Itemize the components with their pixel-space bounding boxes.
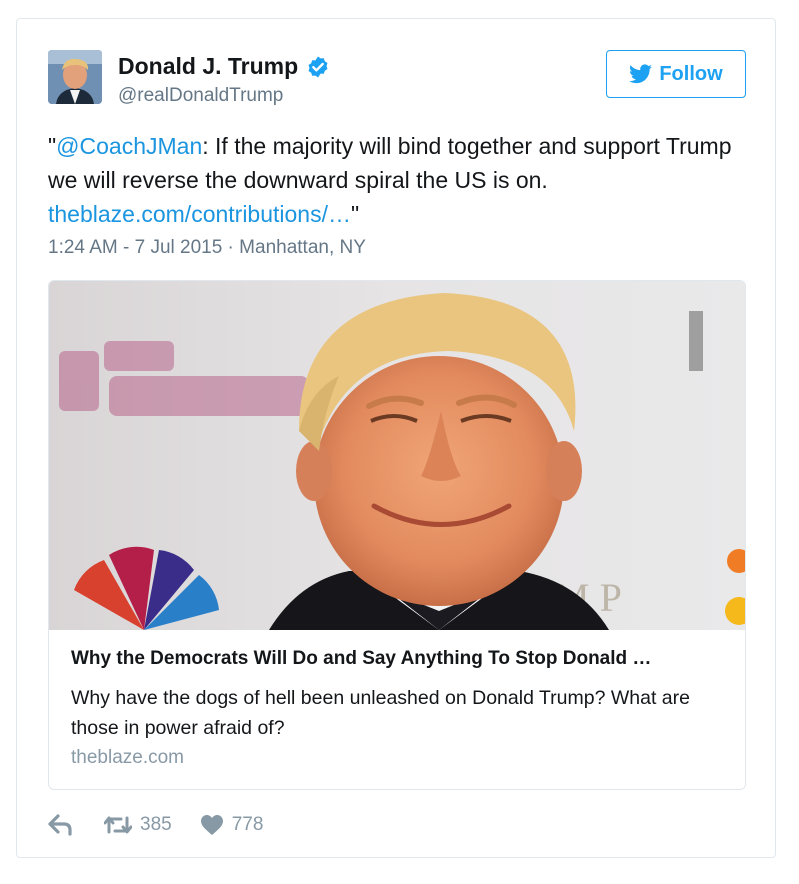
card-domain: theblaze.com	[71, 747, 185, 768]
tweet-actions: 385 778	[48, 811, 263, 839]
quote-open: "	[48, 133, 57, 159]
meta-separator: ·	[222, 237, 240, 258]
card-title[interactable]: Why the Democrats Will Do and Say Anythi…	[71, 648, 731, 670]
timestamp[interactable]: 1:24 AM - 7 Jul 2015	[48, 237, 222, 258]
reply-icon	[48, 814, 72, 836]
avatar[interactable]	[48, 50, 102, 104]
url-link[interactable]: theblaze.com/contributions/…	[48, 201, 351, 227]
link-card[interactable]: M P Why the Democrats Will Do and Say An…	[48, 280, 746, 790]
user-handle[interactable]: @realDonaldTrump	[118, 85, 283, 107]
like-count: 778	[231, 814, 264, 835]
like-action[interactable]: 778	[200, 814, 264, 836]
location[interactable]: Manhattan, NY	[239, 237, 366, 258]
follow-label: Follow	[659, 62, 723, 85]
mention-link[interactable]: @CoachJMan	[56, 133, 202, 159]
card-description: Why have the dogs of hell been unleashed…	[71, 687, 690, 739]
heart-icon	[200, 815, 223, 835]
twitter-bird-icon	[629, 64, 653, 84]
user-name-row: Donald J. Trump	[118, 53, 330, 80]
retweet-icon	[104, 816, 132, 834]
retweet-count: 385	[140, 814, 172, 835]
tweet-meta: 1:24 AM - 7 Jul 2015 · Manhattan, NY	[48, 237, 366, 259]
card-image[interactable]: M P	[49, 281, 746, 630]
retweet-action[interactable]: 385	[104, 814, 172, 836]
user-name[interactable]: Donald J. Trump	[118, 53, 298, 80]
follow-button[interactable]: Follow	[606, 50, 746, 98]
tweet-text: "@CoachJMan: If the majority will bind t…	[48, 129, 738, 231]
reply-action[interactable]	[48, 814, 104, 836]
verified-badge-icon	[308, 56, 328, 77]
quote-close: "	[351, 201, 360, 227]
tweet-card: Donald J. Trump @realDonaldTrump Follow …	[16, 18, 776, 858]
